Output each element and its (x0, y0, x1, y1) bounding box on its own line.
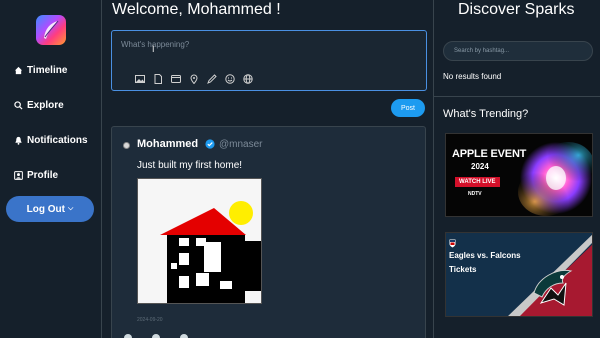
location-icon[interactable] (188, 73, 200, 85)
compose-input[interactable]: What's happening? (121, 40, 189, 49)
quill-feather-icon (44, 20, 59, 39)
divider (434, 96, 600, 97)
trend-source: NDTV (468, 191, 482, 197)
app-logo[interactable] (36, 15, 66, 45)
emoji-icon[interactable] (224, 73, 236, 85)
trend-card-apple-event[interactable]: APPLE EVENT 2024 WATCH LIVE NDTV (445, 133, 593, 217)
text-cursor-icon: I (152, 44, 155, 54)
chevron-down-icon: ⌵ (68, 205, 74, 212)
watch-live-badge: WATCH LIVE (455, 177, 500, 187)
glowing-apple-logo-art (518, 142, 592, 216)
trend-card-eagles-falcons[interactable]: Eagles vs. Falcons Tickets (445, 232, 593, 317)
comment-icon[interactable] (152, 334, 160, 338)
house-drawing (138, 179, 261, 303)
search-icon (14, 100, 23, 110)
home-icon (14, 66, 23, 74)
globe-icon[interactable] (242, 73, 254, 85)
post-button[interactable]: Post (391, 99, 425, 117)
person-icon (14, 170, 23, 180)
post-handle[interactable]: @mnaser (219, 139, 263, 150)
share-icon[interactable] (180, 334, 188, 338)
page-title: Welcome, Mohammed ! (112, 1, 281, 18)
gif-icon[interactable] (170, 73, 182, 85)
post-date: 2024-09-20 (137, 317, 163, 323)
compose-box[interactable]: What's happening? I (111, 30, 427, 91)
discover-title: Discover Sparks (458, 1, 575, 18)
sidebar-item-timeline[interactable]: Timeline (14, 61, 67, 79)
right-panel: Discover Sparks Search by hashtag... No … (433, 0, 600, 338)
no-results-text: No results found (443, 72, 502, 81)
compose-toolbar (134, 73, 254, 85)
logout-label: Log Out (26, 203, 65, 215)
sidebar-item-label: Profile (27, 169, 59, 181)
post-text: Just built my first home! (137, 160, 243, 171)
logout-button[interactable]: Log Out ⌵ (6, 196, 94, 222)
post-author[interactable]: Mohammed (137, 138, 198, 150)
sidebar-item-label: Timeline (27, 64, 68, 76)
file-icon[interactable] (152, 73, 164, 85)
eagles-falcons-art (446, 233, 592, 316)
post-actions (124, 334, 188, 338)
left-sidebar: Timeline Explore Notifications Profile L… (0, 0, 102, 338)
sidebar-item-profile[interactable]: Profile (14, 166, 58, 184)
trend-title: Eagles vs. Falcons (449, 251, 521, 260)
sidebar-item-explore[interactable]: Explore (14, 96, 64, 114)
nfl-shield-icon (449, 239, 456, 248)
sidebar-item-label: Notifications (27, 134, 88, 146)
trend-subtitle: Tickets (449, 265, 477, 274)
image-icon[interactable] (134, 73, 146, 85)
post-image[interactable] (137, 178, 262, 304)
bell-icon (15, 136, 22, 145)
hashtag-search-input[interactable]: Search by hashtag... (443, 41, 593, 61)
trending-title: What's Trending? (443, 108, 529, 120)
post-card: Mohammed @mnaser Just built my first hom… (111, 126, 426, 338)
sidebar-item-label: Explore (27, 99, 64, 111)
avatar[interactable] (123, 142, 130, 149)
pen-icon[interactable] (206, 73, 218, 85)
main-feed: Welcome, Mohammed ! What's happening? I … (102, 0, 433, 338)
trend-year: 2024 (471, 162, 489, 171)
trend-title: APPLE EVENT (452, 148, 527, 160)
sidebar-item-notifications[interactable]: Notifications (14, 131, 88, 149)
verified-badge-icon (205, 139, 215, 149)
like-icon[interactable] (124, 334, 132, 338)
